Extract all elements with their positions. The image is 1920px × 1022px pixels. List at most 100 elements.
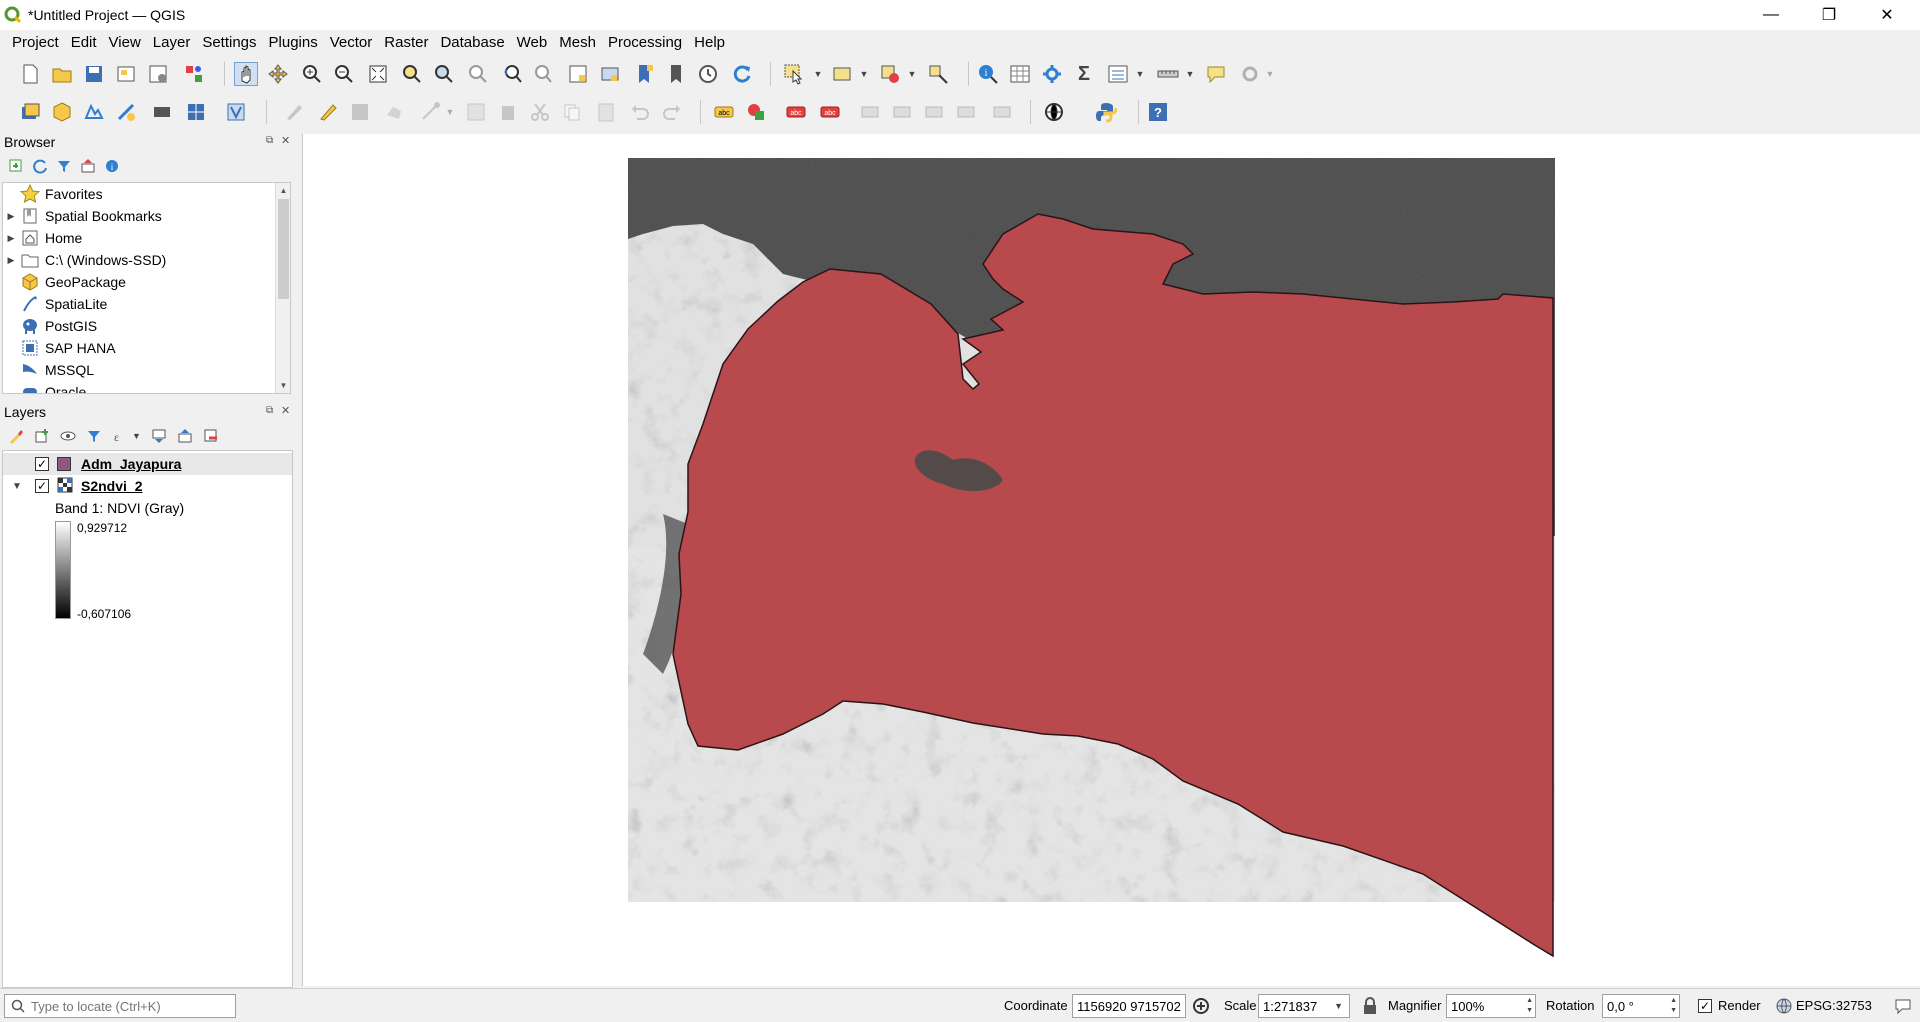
layer-item-adm-jayapura[interactable]: ✓ Adm_Jayapura xyxy=(3,453,292,475)
identify-features-icon[interactable]: i xyxy=(976,62,1000,86)
restore-button[interactable]: ❐ xyxy=(1800,0,1858,30)
redo-icon[interactable] xyxy=(660,100,684,124)
zoom-out-icon[interactable] xyxy=(332,62,356,86)
add-feature-icon[interactable] xyxy=(382,100,406,124)
temporal-controller-icon[interactable] xyxy=(696,62,720,86)
properties-icon[interactable]: i xyxy=(104,158,120,174)
zoom-native-icon[interactable] xyxy=(466,62,490,86)
pin-labels-icon[interactable]: abc xyxy=(784,100,808,124)
browser-item-sap-hana[interactable]: SAP HANA xyxy=(3,337,278,359)
chevron-down-icon[interactable]: ▼ xyxy=(1184,62,1196,86)
chevron-down-icon[interactable]: ▼ xyxy=(444,100,456,124)
new-bookmark-icon[interactable] xyxy=(632,62,656,86)
locator-input[interactable] xyxy=(31,998,221,1014)
browser-item-spatialite[interactable]: SpatiaLite xyxy=(3,293,278,315)
map-view[interactable] xyxy=(303,134,1920,986)
layer-symbol-swatch[interactable] xyxy=(57,457,71,471)
layer-visibility-checkbox[interactable]: ✓ xyxy=(35,479,49,493)
select-by-value-icon[interactable] xyxy=(830,62,854,86)
new-3d-map-view-icon[interactable] xyxy=(598,62,622,86)
open-field-calculator-icon[interactable] xyxy=(1106,62,1130,86)
chevron-down-icon[interactable]: ▼ xyxy=(858,62,870,86)
menu-database[interactable]: Database xyxy=(434,34,510,51)
zoom-last-icon[interactable] xyxy=(500,62,524,86)
new-temporary-layer-icon[interactable] xyxy=(114,100,138,124)
toggle-editing-icon[interactable] xyxy=(316,100,340,124)
layer-visibility-checkbox[interactable]: ✓ xyxy=(35,457,49,471)
paste-features-icon[interactable] xyxy=(594,100,618,124)
zoom-in-icon[interactable] xyxy=(300,62,324,86)
minimize-button[interactable]: — xyxy=(1742,0,1800,30)
layer-item-s2ndvi[interactable]: ▼ ✓ S2ndvi_2 xyxy=(3,475,142,497)
highlight-label-icon[interactable] xyxy=(990,100,1014,124)
remove-layer-icon[interactable] xyxy=(203,428,219,444)
pan-map-icon[interactable] xyxy=(234,62,258,86)
undock-icon[interactable]: ⧉ xyxy=(266,135,273,146)
toggle-extents-icon[interactable] xyxy=(1192,997,1210,1018)
new-project-icon[interactable] xyxy=(18,62,42,86)
filter-legend-icon[interactable] xyxy=(86,428,102,444)
manage-map-themes-icon[interactable] xyxy=(60,428,76,444)
menu-web[interactable]: Web xyxy=(511,34,554,51)
label-tool-icon[interactable]: abc xyxy=(712,100,736,124)
refresh-icon[interactable] xyxy=(730,62,754,86)
chevron-down-icon[interactable]: ▼ xyxy=(1264,62,1276,86)
new-print-layout-icon[interactable] xyxy=(114,62,138,86)
close-panel-icon[interactable]: ✕ xyxy=(281,134,290,147)
quickmapservices-icon[interactable] xyxy=(1042,100,1066,124)
browser-item-drive[interactable]: ▶ C:\ (Windows-SSD) xyxy=(3,249,278,271)
label-property-icon[interactable] xyxy=(954,100,978,124)
menu-vector[interactable]: Vector xyxy=(324,34,379,51)
diagram-options-icon[interactable] xyxy=(744,100,768,124)
menu-project[interactable]: Project xyxy=(6,34,65,51)
toolbox-icon[interactable] xyxy=(1040,62,1064,86)
chevron-down-icon[interactable]: ▼ xyxy=(1334,1001,1343,1011)
current-edits-icon[interactable] xyxy=(282,100,306,124)
move-label-icon[interactable] xyxy=(858,100,882,124)
menu-raster[interactable]: Raster xyxy=(378,34,434,51)
crs-globe-icon[interactable] xyxy=(1776,998,1792,1017)
delete-selected-icon[interactable] xyxy=(496,100,520,124)
browser-item-mssql[interactable]: MSSQL xyxy=(3,359,278,381)
style-manager-icon[interactable] xyxy=(182,62,206,86)
menu-plugins[interactable]: Plugins xyxy=(263,34,324,51)
chevron-down-icon[interactable]: ▼ xyxy=(1134,62,1146,86)
menu-layer[interactable]: Layer xyxy=(147,34,197,51)
open-layer-styling-icon[interactable] xyxy=(8,428,24,444)
spin-arrows-icon[interactable]: ▲ ▼ xyxy=(1526,996,1533,1016)
add-vector-layer-icon[interactable] xyxy=(224,100,248,124)
expand-all-icon[interactable] xyxy=(151,428,167,444)
collapse-all-icon[interactable] xyxy=(80,158,96,174)
undo-icon[interactable] xyxy=(628,100,652,124)
menu-settings[interactable]: Settings xyxy=(196,34,262,51)
show-hide-labels-icon[interactable]: abc xyxy=(818,100,842,124)
copy-features-icon[interactable] xyxy=(560,100,584,124)
browser-item-postgis[interactable]: PostGIS xyxy=(3,315,278,337)
actions-icon[interactable] xyxy=(1238,62,1262,86)
new-map-view-icon[interactable] xyxy=(566,62,590,86)
menu-processing[interactable]: Processing xyxy=(602,34,688,51)
expand-arrow-icon[interactable]: ▶ xyxy=(3,233,19,244)
expand-arrow-icon[interactable]: ▶ xyxy=(3,255,19,266)
zoom-full-icon[interactable] xyxy=(366,62,390,86)
filter-icon[interactable] xyxy=(56,158,72,174)
coordinate-field[interactable]: 1156920 9715702 xyxy=(1072,994,1186,1018)
close-button[interactable]: ✕ xyxy=(1858,0,1916,30)
chevron-down-icon[interactable]: ▼ xyxy=(132,431,141,441)
change-label-icon[interactable] xyxy=(922,100,946,124)
filter-expression-icon[interactable]: ε xyxy=(112,428,128,444)
open-project-icon[interactable] xyxy=(50,62,74,86)
cut-features-icon[interactable] xyxy=(528,100,552,124)
new-shapefile-layer-icon[interactable] xyxy=(82,100,106,124)
refresh-icon[interactable] xyxy=(32,158,48,174)
menu-edit[interactable]: Edit xyxy=(65,34,103,51)
layout-manager-icon[interactable] xyxy=(146,62,170,86)
locator-bar[interactable] xyxy=(4,994,236,1018)
help-icon[interactable]: ? xyxy=(1146,100,1170,124)
close-panel-icon[interactable]: ✕ xyxy=(281,404,290,417)
new-virtual-layer-icon[interactable] xyxy=(150,100,174,124)
select-location-icon[interactable] xyxy=(926,62,950,86)
menu-mesh[interactable]: Mesh xyxy=(553,34,602,51)
expand-arrow-icon[interactable]: ▶ xyxy=(3,211,19,222)
browser-item-spatial-bookmarks[interactable]: ▶ Spatial Bookmarks xyxy=(3,205,278,227)
